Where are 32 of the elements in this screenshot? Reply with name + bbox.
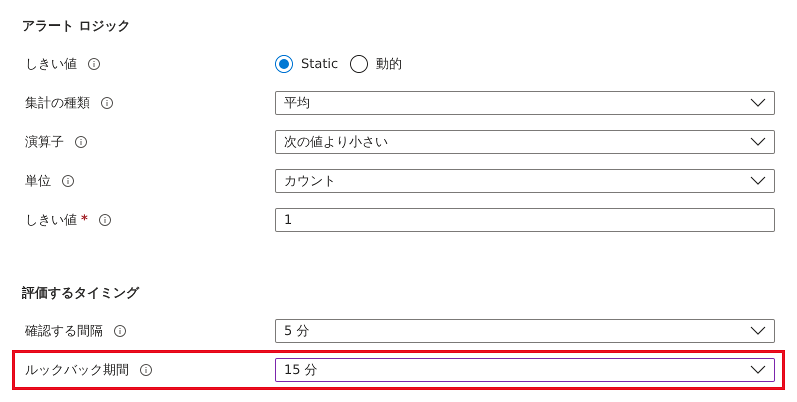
field-label: 確認する間隔 bbox=[25, 323, 103, 340]
dropdown[interactable]: カウント bbox=[275, 169, 775, 193]
required-mark: * bbox=[81, 212, 88, 228]
dropdown[interactable]: 次の値より小さい bbox=[275, 130, 775, 154]
chevron-down-icon bbox=[750, 137, 766, 147]
info-icon[interactable] bbox=[100, 96, 114, 110]
info-icon[interactable] bbox=[87, 57, 101, 71]
chevron-down-icon bbox=[750, 365, 766, 375]
radio-option[interactable]: 動的 bbox=[350, 55, 402, 73]
radio-button[interactable] bbox=[350, 55, 368, 73]
dropdown[interactable]: 15 分 bbox=[275, 358, 775, 382]
dropdown[interactable]: 平均 bbox=[275, 91, 775, 115]
info-icon[interactable] bbox=[61, 174, 75, 188]
field-label: 演算子 bbox=[25, 134, 64, 151]
info-icon[interactable] bbox=[98, 213, 112, 227]
chevron-down-icon bbox=[750, 326, 766, 336]
info-icon[interactable] bbox=[113, 324, 127, 338]
section-heading: 評価するタイミング bbox=[20, 285, 140, 303]
field-label: ルックバック期間 bbox=[25, 362, 129, 379]
info-icon[interactable] bbox=[74, 135, 88, 149]
info-icon[interactable] bbox=[139, 363, 153, 377]
field-label: 集計の種類 bbox=[25, 95, 90, 112]
section-heading: アラート ロジック bbox=[21, 18, 132, 36]
radio-button[interactable] bbox=[275, 55, 293, 73]
field-label: しきい値 bbox=[25, 212, 77, 229]
input-field[interactable]: 1 bbox=[275, 208, 775, 232]
radio-option[interactable]: Static bbox=[275, 55, 338, 73]
field-label: しきい値 bbox=[25, 56, 77, 73]
chevron-down-icon bbox=[750, 176, 766, 186]
dropdown[interactable]: 5 分 bbox=[275, 319, 775, 343]
chevron-down-icon bbox=[750, 98, 766, 108]
field-label: 単位 bbox=[25, 173, 51, 190]
